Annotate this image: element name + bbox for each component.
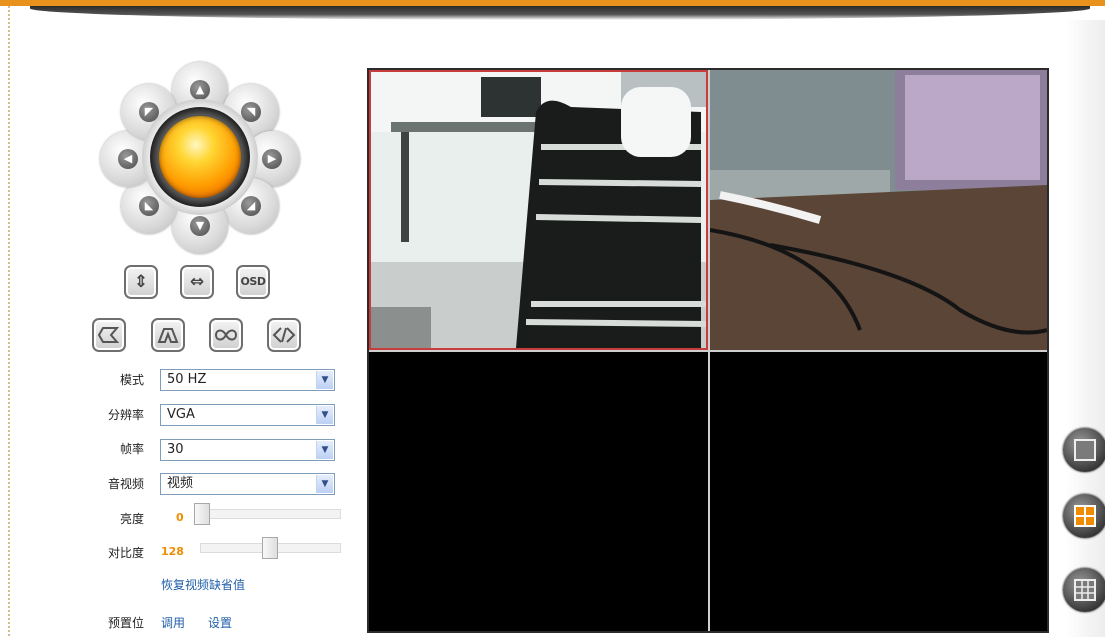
video-cell-4[interactable]	[710, 352, 1047, 631]
nine-view-icon	[1074, 579, 1096, 601]
quad-view-button[interactable]	[1063, 494, 1105, 538]
brightness-label: 亮度	[119, 512, 144, 526]
cruise-horizontal-button[interactable]	[267, 318, 301, 352]
video-cell-3[interactable]	[369, 352, 708, 631]
av-select-value: 视频	[167, 476, 194, 491]
arrow-left-icon: ◀	[118, 149, 138, 169]
infinite-cruise-icon	[214, 329, 238, 341]
cruise-left-icon	[97, 327, 120, 343]
cruise-up-icon	[157, 328, 179, 343]
nine-view-button[interactable]	[1063, 568, 1105, 612]
mode-select-value: 50 HZ	[167, 372, 207, 387]
cruise-left-button[interactable]	[92, 318, 126, 352]
contrast-value: 128	[161, 545, 184, 558]
framerate-select[interactable]: 30 ▼	[160, 439, 335, 461]
cruise-horizontal-icon	[272, 327, 296, 343]
osd-button[interactable]: OSD	[236, 265, 270, 299]
brightness-slider-thumb[interactable]	[194, 503, 210, 525]
chevron-down-icon: ▼	[316, 441, 333, 459]
ptz-joystick: ▲ ◥ ▶ ◢ ▼ ◣ ◀ ◤	[100, 62, 300, 254]
horizontal-flip-icon: ⇔	[189, 272, 205, 292]
vertical-flip-button[interactable]: ⇕	[124, 265, 158, 299]
camera-2-feed	[710, 70, 1047, 350]
arrow-right-icon: ▶	[262, 149, 282, 169]
preset-set-link[interactable]: 设置	[208, 614, 232, 631]
chevron-down-icon: ▼	[316, 371, 333, 389]
av-select[interactable]: 视频 ▼	[160, 473, 335, 495]
camera-1-feed	[371, 72, 706, 348]
header-shadow	[30, 6, 1090, 20]
quad-view-icon	[1074, 505, 1096, 527]
contrast-label: 对比度	[107, 546, 144, 560]
arrow-down-icon: ▼	[190, 216, 210, 236]
video-grid	[367, 68, 1049, 633]
video-cell-2[interactable]	[710, 70, 1047, 350]
chevron-down-icon: ▼	[316, 406, 333, 424]
cruise-up-button[interactable]	[151, 318, 185, 352]
infinite-cruise-button[interactable]	[209, 318, 243, 352]
horizontal-flip-button[interactable]: ⇔	[180, 265, 214, 299]
left-border	[8, 6, 10, 637]
resolution-label: 分辨率	[107, 408, 144, 422]
resolution-select[interactable]: VGA ▼	[160, 404, 335, 426]
arrow-down-left-icon: ◣	[139, 196, 159, 216]
vertical-flip-icon: ⇕	[133, 272, 149, 292]
single-view-icon	[1074, 439, 1096, 461]
framerate-label: 帧率	[119, 442, 144, 456]
mode-label: 模式	[119, 373, 144, 387]
osd-label: OSD	[240, 275, 266, 288]
right-edge	[1065, 20, 1105, 637]
preset-call-link[interactable]: 调用	[161, 614, 185, 631]
grid-divider-horizontal	[369, 350, 1047, 352]
contrast-slider-thumb[interactable]	[262, 537, 278, 559]
framerate-select-value: 30	[167, 442, 184, 457]
arrow-down-right-icon: ◢	[241, 196, 261, 216]
restore-video-defaults-link[interactable]: 恢复视频缺省值	[161, 576, 245, 593]
arrow-up-icon: ▲	[190, 80, 210, 100]
av-label: 音视频	[107, 477, 144, 491]
mode-select[interactable]: 50 HZ ▼	[160, 369, 335, 391]
chevron-down-icon: ▼	[316, 475, 333, 493]
resolution-select-value: VGA	[167, 407, 195, 422]
single-view-button[interactable]	[1063, 428, 1105, 472]
brightness-slider[interactable]	[194, 509, 341, 519]
preset-label: 预置位	[107, 616, 144, 630]
video-cell-1[interactable]	[369, 70, 708, 350]
ptz-center-knob[interactable]	[159, 116, 241, 198]
brightness-value: 0	[176, 511, 184, 524]
